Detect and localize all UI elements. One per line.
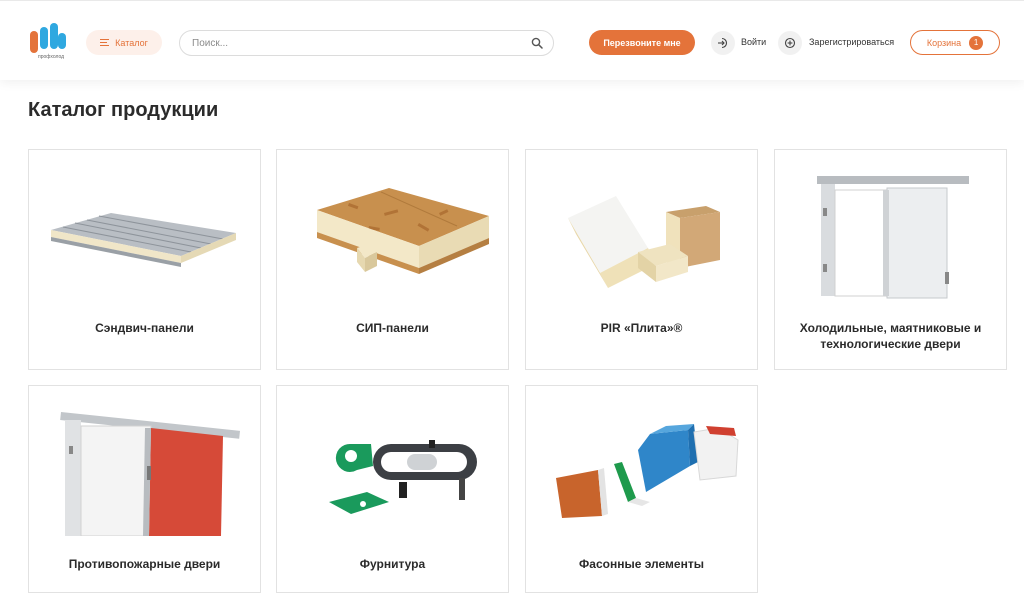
sandwich-panel-image <box>41 168 249 303</box>
hardware-image <box>289 406 497 536</box>
flashing-elements-image <box>538 406 746 536</box>
product-card-hardware[interactable]: Фурнитура <box>276 385 509 593</box>
product-card-sandwich-panels[interactable]: Сэндвич-панели <box>28 149 261 370</box>
product-card-cold-doors[interactable]: Холодильные, маятниковые и технологическ… <box>774 149 1007 370</box>
login-link[interactable]: Войти <box>741 37 766 47</box>
product-name: Сэндвич-панели <box>95 321 194 335</box>
fire-door-image <box>41 406 249 537</box>
register-link[interactable]: Зарегистрироваться <box>809 37 894 47</box>
product-name: PIR «Плита»® <box>600 321 683 335</box>
page-title: Каталог продукции <box>28 99 219 121</box>
search-bar <box>179 30 554 56</box>
cart-button[interactable]: Корзина 1 <box>910 30 1000 55</box>
product-name: Фасонные элементы <box>579 557 704 571</box>
search-input[interactable] <box>192 37 531 49</box>
product-name: СИП-панели <box>356 321 429 335</box>
product-name: Противопожарные двери <box>68 557 221 571</box>
search-icon[interactable] <box>531 37 543 49</box>
sip-panel-image <box>289 168 497 303</box>
pir-plate-image <box>538 168 746 303</box>
catalog-button[interactable]: Каталог <box>86 30 162 55</box>
logo[interactable]: профхолод <box>27 21 69 63</box>
callback-button[interactable]: Перезвоните мне <box>589 30 695 55</box>
cart-label: Корзина <box>926 37 962 48</box>
cold-door-image <box>787 168 995 303</box>
product-card-flashing-elements[interactable]: Фасонные элементы <box>525 385 758 593</box>
menu-icon <box>100 39 110 46</box>
site-header: профхолод Каталог Перезвоните мне Войти … <box>0 0 1024 80</box>
product-card-pir-plate[interactable]: PIR «Плита»® <box>525 149 758 370</box>
login-icon[interactable] <box>711 31 735 55</box>
catalog-button-label: Каталог <box>115 37 148 48</box>
product-name: Фурнитура <box>359 557 426 571</box>
logo-text: профхолод <box>38 54 65 60</box>
product-name: Холодильные, маятниковые и технологическ… <box>799 321 982 351</box>
product-card-sip-panels[interactable]: СИП-панели <box>276 149 509 370</box>
cart-count-badge: 1 <box>969 35 984 50</box>
product-card-fire-doors[interactable]: Противопожарные двери <box>28 385 261 593</box>
register-icon[interactable] <box>778 31 802 55</box>
